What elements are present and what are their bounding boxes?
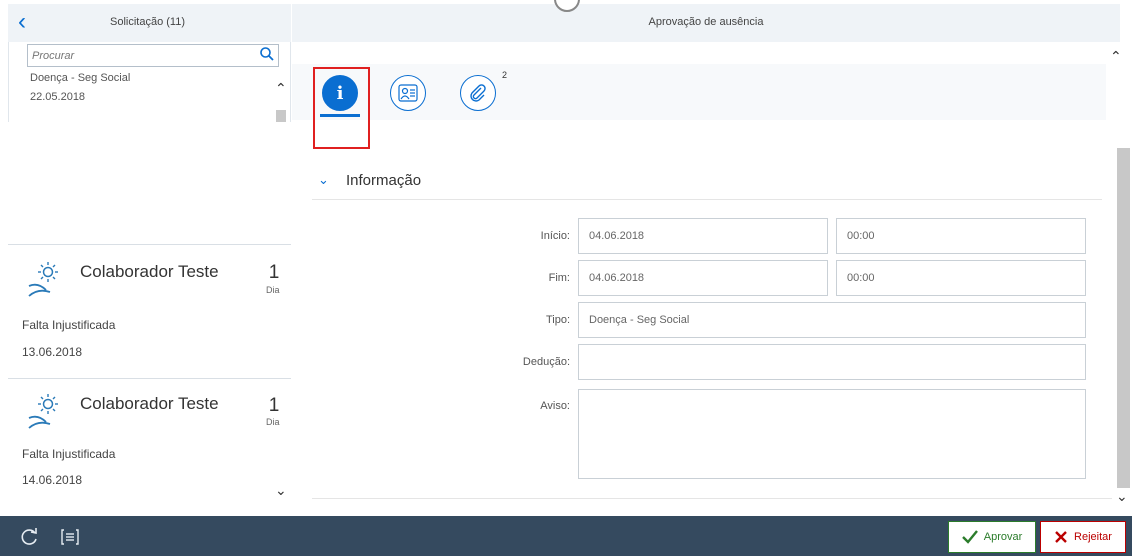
- cross-icon: [1055, 531, 1067, 543]
- day-unit: Dia: [266, 285, 280, 295]
- employee-name: Colaborador Teste: [80, 262, 219, 281]
- tipo-label: Tipo:: [545, 314, 570, 326]
- list-icon[interactable]: [60, 527, 80, 547]
- attachment-count: 2: [502, 70, 508, 80]
- tipo-field[interactable]: Doença - Seg Social: [578, 302, 1086, 338]
- list-item-title[interactable]: Doença - Seg Social: [30, 72, 130, 84]
- absence-date: 14.06.2018: [22, 473, 83, 487]
- people-icon: [398, 84, 418, 102]
- chevron-down-icon[interactable]: ⌄: [275, 482, 287, 499]
- highlight-box: [313, 67, 370, 149]
- fim-label: Fim:: [548, 272, 570, 284]
- divider: [312, 199, 1102, 200]
- search-icon[interactable]: [259, 46, 275, 62]
- day-count: 1: [268, 262, 280, 283]
- section-title[interactable]: Informação: [346, 172, 421, 189]
- sun-icon: [28, 394, 58, 429]
- inicio-time-field[interactable]: 00:00: [836, 218, 1086, 254]
- detail-scrollbar[interactable]: [1117, 148, 1130, 488]
- tab-attachments[interactable]: [460, 75, 496, 111]
- tab-people[interactable]: [390, 75, 426, 111]
- day-count: 1: [268, 395, 280, 416]
- master-footer: [0, 516, 310, 556]
- absence-date: 13.06.2018: [22, 345, 83, 359]
- reject-label: Rejeitar: [1074, 531, 1112, 543]
- inicio-date-field[interactable]: 04.06.2018: [578, 218, 828, 254]
- page-title: Aprovação de ausência: [648, 16, 764, 28]
- check-icon: [961, 530, 978, 544]
- reject-button[interactable]: Rejeitar: [1040, 521, 1126, 553]
- list-scrollbar[interactable]: [276, 110, 286, 122]
- fim-date-field[interactable]: 04.06.2018: [578, 260, 828, 296]
- chevron-up-icon[interactable]: ⌃: [275, 80, 287, 97]
- search-input[interactable]: [32, 48, 252, 64]
- chevron-up-icon[interactable]: ⌃: [1110, 48, 1122, 65]
- chevron-down-icon[interactable]: ⌄: [1116, 488, 1128, 505]
- refresh-icon[interactable]: [18, 526, 40, 548]
- approve-button[interactable]: Aprovar: [948, 521, 1036, 553]
- inicio-label: Início:: [540, 230, 570, 242]
- day-unit: Dia: [266, 417, 280, 427]
- approve-label: Aprovar: [983, 531, 1023, 543]
- divider: [312, 498, 1112, 499]
- employee-name: Colaborador Teste: [80, 394, 219, 413]
- aviso-textarea[interactable]: [578, 389, 1086, 479]
- deducao-label: Dedução:: [522, 356, 570, 368]
- attachment-icon: [470, 84, 486, 102]
- list-item-date: 22.05.2018: [30, 91, 86, 103]
- absence-type: Falta Injustificada: [22, 318, 116, 332]
- fim-time-field[interactable]: 00:00: [836, 260, 1086, 296]
- aviso-label: Aviso:: [540, 400, 570, 412]
- sun-icon: [28, 262, 58, 297]
- absence-type: Falta Injustificada: [22, 447, 116, 461]
- deducao-field[interactable]: [578, 344, 1086, 380]
- chevron-down-icon[interactable]: ⌄: [318, 172, 329, 188]
- back-arrow-icon[interactable]: ‹: [18, 10, 44, 36]
- master-title: Solicitação (11): [110, 16, 185, 28]
